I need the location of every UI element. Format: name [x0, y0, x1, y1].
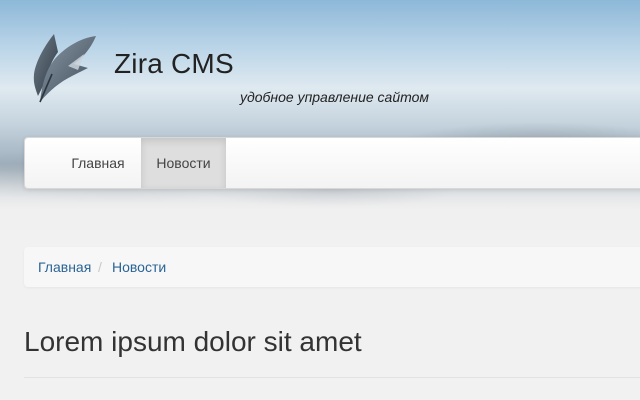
- breadcrumb-item-news[interactable]: Новости: [112, 247, 166, 287]
- page-title: Lorem ipsum dolor sit amet: [24, 326, 362, 357]
- site-title[interactable]: Zira CMS: [114, 48, 234, 80]
- main-navbar: Главная Новости: [24, 137, 640, 189]
- nav-item-home[interactable]: Главная: [55, 138, 141, 188]
- nav-item-news[interactable]: Новости: [141, 138, 226, 188]
- site-slogan: удобное управление сайтом: [240, 89, 429, 105]
- breadcrumb: Главная / Новости: [24, 247, 640, 287]
- breadcrumb-separator: /: [98, 259, 102, 275]
- feather-logo-icon[interactable]: [28, 30, 100, 108]
- title-divider: [24, 377, 640, 378]
- breadcrumb-item-home[interactable]: Главная: [38, 247, 91, 287]
